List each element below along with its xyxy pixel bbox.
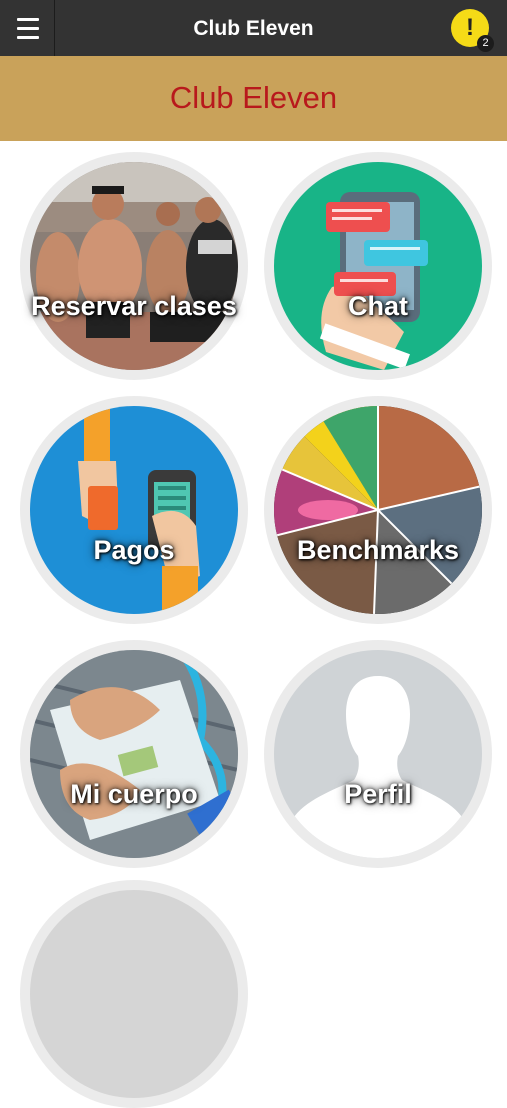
tile-pagos[interactable]: Pagos (20, 396, 248, 624)
tile-label: Benchmarks (296, 535, 460, 565)
tile-label: Pagos (93, 535, 175, 565)
person-silhouette-icon (274, 650, 482, 858)
tile-label: Chat (348, 291, 408, 321)
menu-icon-bar (17, 36, 39, 39)
banner-title: Club Eleven (169, 80, 338, 115)
menu-icon-bar (17, 18, 39, 21)
tile-perfil[interactable]: Perfil (264, 640, 492, 868)
tile-label: Mi cuerpo (70, 779, 198, 809)
partial-tile-image (30, 890, 238, 1098)
app-title: Club Eleven (193, 17, 314, 40)
partial-tile[interactable] (20, 880, 248, 1108)
tile-chat[interactable]: Chat (264, 152, 492, 380)
tile-label: Perfil (344, 779, 412, 809)
notification-count-badge: 2 (477, 35, 494, 52)
tile-label: Reservar clases (31, 291, 237, 321)
menu-icon-bar (17, 27, 39, 30)
sports-collage-photo-icon (274, 406, 482, 614)
chat-bubbles-phone-icon (274, 162, 482, 370)
athletes-running-photo-icon (30, 162, 238, 370)
hamburger-menu-button[interactable] (0, 0, 55, 56)
notifications-button[interactable]: ! 2 (451, 9, 494, 52)
card-payment-terminal-icon (30, 406, 238, 614)
club-banner: Club Eleven (0, 56, 507, 141)
top-app-bar: Club Eleven ! 2 (0, 0, 507, 56)
tile-mi-cuerpo[interactable]: Mi cuerpo (20, 640, 248, 868)
tile-reservar-clases[interactable]: Reservar clases (20, 152, 248, 380)
tile-benchmarks[interactable]: Benchmarks (264, 396, 492, 624)
bathroom-scale-photo-icon (30, 650, 238, 858)
